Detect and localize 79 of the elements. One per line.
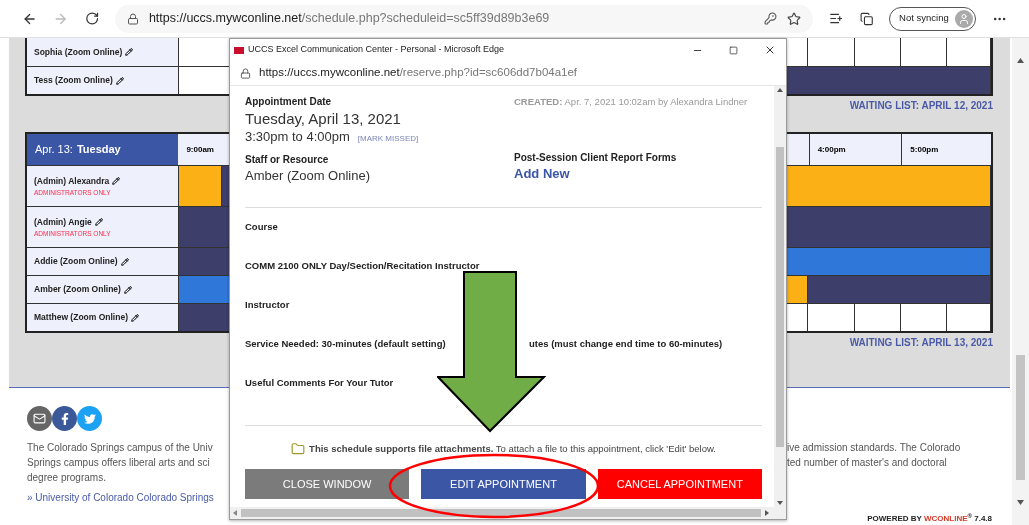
lock-icon xyxy=(126,12,139,25)
university-link[interactable]: » University of Colorado Colorado Springs xyxy=(27,490,229,505)
tutor-name: (Admin) Angie xyxy=(34,215,92,229)
scroll-up-arrow-icon[interactable] xyxy=(1017,58,1024,63)
folder-icon xyxy=(291,442,306,456)
favorites-icon[interactable] xyxy=(829,11,844,26)
footer-text: Springs campus offers liberal arts and sci xyxy=(27,456,211,470)
schedule-slot[interactable] xyxy=(785,276,808,303)
refresh-icon[interactable] xyxy=(84,11,99,26)
pencil-icon[interactable] xyxy=(112,177,121,186)
scroll-right-arrow-icon[interactable] xyxy=(765,510,769,516)
pencil-icon[interactable] xyxy=(125,48,134,56)
maximize-icon[interactable] xyxy=(729,45,738,55)
pencil-icon[interactable] xyxy=(115,76,124,85)
scroll-up-arrow-icon[interactable] xyxy=(777,88,783,92)
scroll-left-arrow-icon[interactable] xyxy=(233,510,237,516)
action-button[interactable]: CANCEL APPOINTMENT xyxy=(597,469,762,499)
staff-value: Amber (Zoom Online) xyxy=(245,167,371,185)
twitter-icon[interactable] xyxy=(77,406,102,431)
waiting-list-link[interactable]: WAITING LIST: APRIL 13, 2021 xyxy=(849,335,993,350)
footer-text: ive admission standards. The Colorado xyxy=(787,441,961,455)
key-icon[interactable] xyxy=(764,12,778,25)
avatar xyxy=(954,9,973,28)
powered-by-text: POWERED BY WCONLINE$^{®}$ 7.4.8 xyxy=(867,513,992,525)
time-header: 5:00pm xyxy=(901,134,991,165)
popup-scrollbar[interactable] xyxy=(774,86,786,507)
scroll-thumb[interactable] xyxy=(241,509,761,517)
tutor-name: Tess (Zoom Online) xyxy=(34,74,113,87)
field-label: Appointment Date xyxy=(245,95,333,109)
lock-icon xyxy=(240,67,251,79)
field-label: Instructor xyxy=(245,298,291,313)
field-label: Useful Comments For Your Tutor xyxy=(245,376,395,391)
pencil-icon[interactable] xyxy=(120,257,129,266)
add-new-link[interactable]: Add New xyxy=(514,165,762,183)
footer-text: degree programs. xyxy=(27,471,107,485)
footer-text: The Colorado Springs campus of the Univ xyxy=(27,441,214,455)
email-icon[interactable] xyxy=(27,406,52,431)
field-label: Service Needed: 30-minutes (default setting) xyxy=(245,337,447,352)
field-label: utes (must change end time to 60-minutes) xyxy=(529,337,723,352)
scroll-down-arrow-icon[interactable] xyxy=(777,501,783,505)
time-header: 9:00am xyxy=(178,134,231,165)
tutor-name: (Admin) Alexandra xyxy=(34,174,110,188)
waiting-list-link[interactable]: WAITING LIST: APRIL 12, 2021 xyxy=(849,98,993,113)
attachments-note: This schedule supports file attachments. To attach a file to this appointment, click 'Edit' below. xyxy=(309,441,716,456)
address-bar[interactable]: https://uccs.mywconline.net/schedule.php?scheduleid=sc5ff39d89b3e69 xyxy=(114,4,814,33)
field-label: Staff or Resource xyxy=(245,153,330,167)
star-icon[interactable] xyxy=(787,11,802,26)
scroll-down-arrow-icon[interactable] xyxy=(1017,500,1024,505)
tutor-name: Sophia (Zoom Online) xyxy=(34,45,123,59)
tutor-name: Amber (Zoom Online) xyxy=(34,283,121,296)
day-header: Apr. 13: Tuesday xyxy=(27,134,179,165)
action-button[interactable]: EDIT APPOINTMENT xyxy=(421,469,586,499)
window-title: UCCS Excel Communication Center - Personal - Microsoft Edge xyxy=(248,43,506,57)
appointment-time: 3:30pm to 4:00pm xyxy=(245,128,350,146)
pencil-icon[interactable] xyxy=(123,285,132,294)
action-button[interactable]: CLOSE WINDOW xyxy=(245,469,410,499)
collections-icon[interactable] xyxy=(859,11,874,26)
field-label: Course xyxy=(245,220,279,235)
popup-url: https://uccs.mywconline.net/reserve.php?id=sc606dd7b04a1ef xyxy=(259,65,578,81)
time-header: 4:00pm xyxy=(808,134,902,165)
created-info: CREATED: Apr. 7, 2021 10:02am by Alexandra Lindner xyxy=(514,95,749,109)
schedule-slot[interactable] xyxy=(178,166,222,206)
scroll-thumb[interactable] xyxy=(776,146,784,447)
scroll-thumb[interactable] xyxy=(1016,355,1025,480)
close-icon[interactable] xyxy=(764,44,776,56)
page-scrollbar[interactable] xyxy=(1012,38,1029,525)
facebook-icon[interactable] xyxy=(52,406,77,431)
appointment-date: Tuesday, April 13, 2021 xyxy=(245,109,402,128)
mark-missed-link[interactable]: [MARK MISSED] xyxy=(357,133,419,145)
tutor-name: Matthew (Zoom Online) xyxy=(34,311,128,324)
field-label: Post-Session Client Report Forms xyxy=(514,151,678,165)
footer-text: ted number of master's and doctoral xyxy=(787,456,948,470)
popup-horizontal-scrollbar[interactable] xyxy=(230,507,786,519)
app-logo-icon xyxy=(234,46,244,54)
tutor-name: Addie (Zoom Online) xyxy=(34,255,118,268)
pencil-icon[interactable] xyxy=(130,313,139,322)
header-cell xyxy=(785,134,809,165)
page-url: https://uccs.mywconline.net/schedule.php?scheduleid=sc5ff39d89b3e69 xyxy=(148,10,551,28)
pencil-icon[interactable] xyxy=(94,218,103,227)
